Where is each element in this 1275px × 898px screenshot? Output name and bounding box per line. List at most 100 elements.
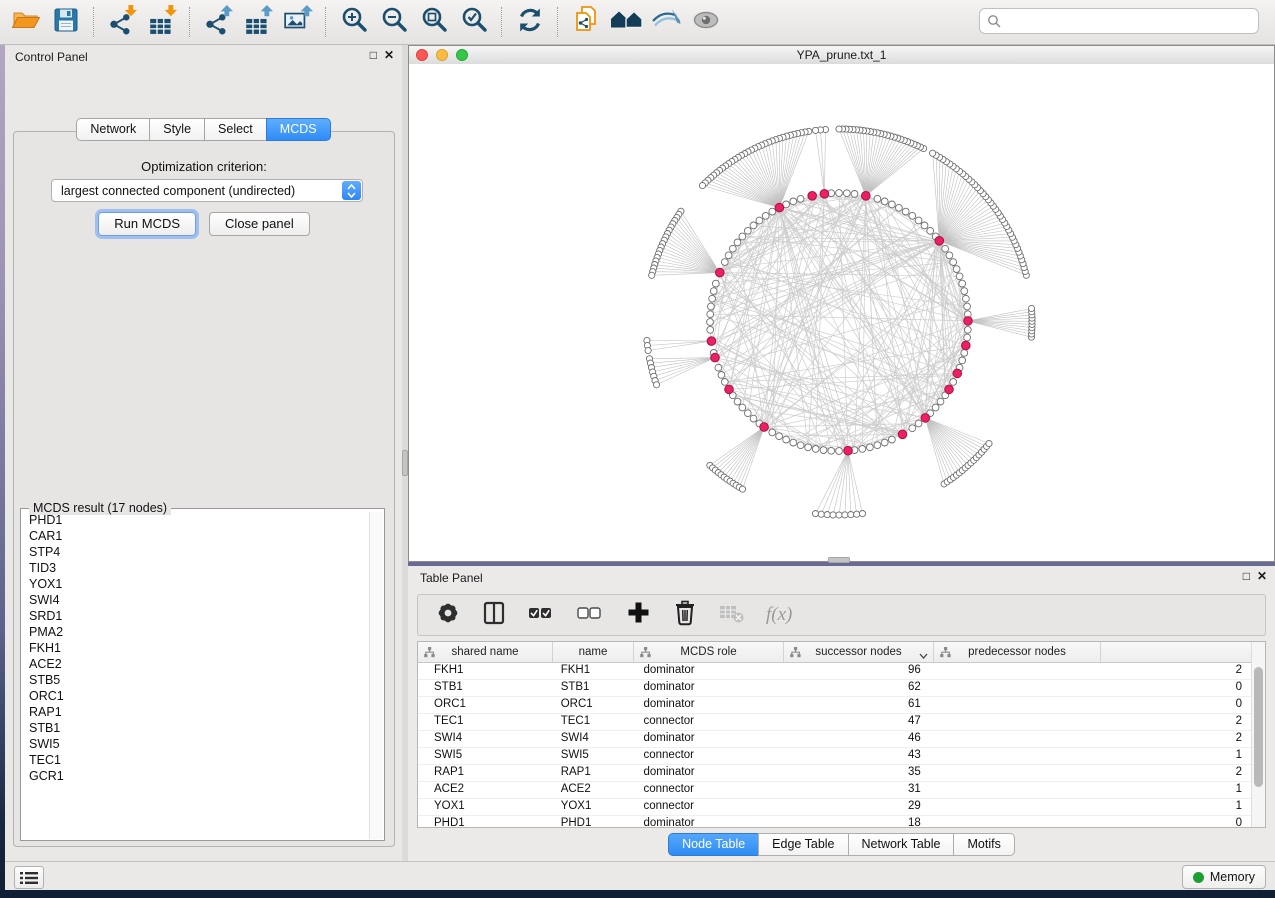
result-node-item[interactable]: SRD1	[22, 608, 370, 624]
column-header-predecessor-nodes[interactable]: predecessor nodes	[934, 642, 1101, 662]
result-node-item[interactable]: STP4	[22, 544, 370, 560]
tab-network[interactable]: Network	[76, 118, 149, 141]
table-row[interactable]: SWI4SWI4dominator462	[418, 731, 1252, 748]
result-node-item[interactable]: TID3	[22, 560, 370, 576]
mcds-result-list[interactable]: PHD1CAR1STP4TID3YOX1SWI4SRD1PMA2FKH1ACE2…	[22, 512, 370, 839]
result-node-item[interactable]: PMA2	[22, 624, 370, 640]
table-row[interactable]: SWI5SWI5connector431	[418, 748, 1252, 765]
show-all-icon	[691, 8, 721, 37]
zoom-selected-button[interactable]	[454, 4, 494, 40]
memory-button[interactable]: Memory	[1182, 865, 1266, 889]
show-all-button[interactable]	[686, 4, 726, 40]
result-node-item[interactable]: SWI5	[22, 736, 370, 752]
search-field[interactable]	[979, 8, 1259, 34]
column-header-successor-nodes[interactable]: successor nodes	[784, 642, 934, 662]
table-cell: ORC1	[553, 697, 634, 713]
close-panel-icon[interactable]: ✕	[384, 48, 394, 62]
memory-status-dot	[1193, 872, 1204, 883]
zoom-fit-button[interactable]	[414, 4, 454, 40]
export-image-button[interactable]	[278, 4, 318, 40]
result-node-item[interactable]: ACE2	[22, 656, 370, 672]
table-row[interactable]: FKH1FKH1dominator962	[418, 663, 1252, 680]
table-cell: 1	[933, 782, 1252, 798]
run-mcds-button[interactable]: Run MCDS	[98, 212, 196, 236]
network-window-titlebar[interactable]: YPA_prune.txt_1	[409, 46, 1274, 65]
result-node-item[interactable]: YOX1	[22, 576, 370, 592]
import-table-button[interactable]	[142, 4, 182, 40]
tab-mcds[interactable]: MCDS	[266, 118, 331, 141]
table-cell: 1	[933, 748, 1252, 764]
table-cell: connector	[634, 782, 784, 798]
table-row[interactable]: PHD1PHD1dominator180	[418, 816, 1252, 827]
table-cell: connector	[634, 714, 784, 730]
tab-edge-table[interactable]: Edge Table	[758, 833, 847, 856]
tab-node-table[interactable]: Node Table	[668, 833, 758, 856]
table-cell: PHD1	[418, 816, 553, 827]
table-cell: 29	[783, 799, 933, 815]
result-node-item[interactable]: CAR1	[22, 528, 370, 544]
float-table-panel-icon[interactable]: □	[1243, 569, 1250, 583]
save-session-button[interactable]	[46, 4, 86, 40]
table-scrollbar-thumb[interactable]	[1254, 667, 1263, 787]
result-node-item[interactable]: STB1	[22, 720, 370, 736]
gear-button[interactable]	[435, 600, 461, 631]
table-scrollbar[interactable]	[1251, 642, 1265, 827]
table-cell: connector	[634, 799, 784, 815]
task-history-button[interactable]	[14, 866, 44, 889]
result-node-item[interactable]: SWI4	[22, 592, 370, 608]
tab-select[interactable]: Select	[204, 118, 266, 141]
zoom-in-button[interactable]	[334, 4, 374, 40]
result-node-item[interactable]: FKH1	[22, 640, 370, 656]
export-image-icon	[283, 5, 313, 40]
result-node-item[interactable]: RAP1	[22, 704, 370, 720]
optimization-criterion-select[interactable]: largest connected component (undirected)	[51, 179, 363, 202]
network-graph[interactable]	[409, 64, 1274, 561]
result-node-item[interactable]: GCR1	[22, 768, 370, 784]
zoom-out-button[interactable]	[374, 4, 414, 40]
table-cell: 0	[933, 680, 1252, 696]
table-row[interactable]: ACE2ACE2connector311	[418, 782, 1252, 799]
network-canvas[interactable]	[409, 64, 1274, 561]
export-network-button[interactable]	[198, 4, 238, 40]
table-cell: FKH1	[553, 663, 634, 679]
table-row[interactable]: ORC1ORC1dominator610	[418, 697, 1252, 714]
float-panel-icon[interactable]: □	[370, 48, 377, 62]
columns-button[interactable]	[482, 600, 506, 631]
table-cell: 62	[783, 680, 933, 696]
horizontal-splitter-handle[interactable]	[828, 557, 850, 563]
table-cell: STB1	[418, 680, 553, 696]
table-header-row: shared namenameMCDS rolesuccessor nodesp…	[418, 642, 1252, 663]
function-builder-button: f(x)	[766, 604, 792, 626]
close-table-panel-icon[interactable]: ✕	[1257, 569, 1267, 583]
result-node-item[interactable]: PHD1	[22, 512, 370, 528]
first-neighbors-button[interactable]	[606, 4, 646, 40]
delete-button[interactable]	[673, 599, 697, 631]
table-row[interactable]: YOX1YOX1connector291	[418, 799, 1252, 816]
refresh-view-button[interactable]	[510, 4, 550, 40]
table-row[interactable]: TEC1TEC1connector472	[418, 714, 1252, 731]
tab-motifs[interactable]: Motifs	[953, 833, 1014, 856]
column-header-MCDS-role[interactable]: MCDS role	[634, 642, 784, 662]
close-panel-button[interactable]: Close panel	[209, 212, 310, 236]
result-node-item[interactable]: TEC1	[22, 752, 370, 768]
table-row[interactable]: STB1STB1dominator620	[418, 680, 1252, 697]
add-button[interactable]	[625, 599, 652, 631]
column-header-shared-name[interactable]: shared name	[418, 642, 553, 662]
result-list-scrollbar[interactable]	[369, 512, 383, 839]
import-network-button[interactable]	[102, 4, 142, 40]
tab-network-table[interactable]: Network Table	[848, 833, 954, 856]
table-row[interactable]: RAP1RAP1dominator352	[418, 765, 1252, 782]
column-header-name[interactable]: name	[553, 642, 634, 662]
tab-style[interactable]: Style	[149, 118, 204, 141]
duplicate-network-button[interactable]	[566, 4, 606, 40]
table-cell: 46	[783, 731, 933, 747]
result-node-item[interactable]: STB5	[22, 672, 370, 688]
export-table-button[interactable]	[238, 4, 278, 40]
open-session-button[interactable]	[6, 4, 46, 40]
select-all-button[interactable]	[527, 600, 555, 631]
search-input[interactable]	[1001, 12, 1258, 30]
deselect-all-button[interactable]	[576, 600, 604, 631]
zoom-selected-icon	[459, 5, 489, 40]
result-node-item[interactable]: ORC1	[22, 688, 370, 704]
hide-selected-button[interactable]	[646, 4, 686, 40]
